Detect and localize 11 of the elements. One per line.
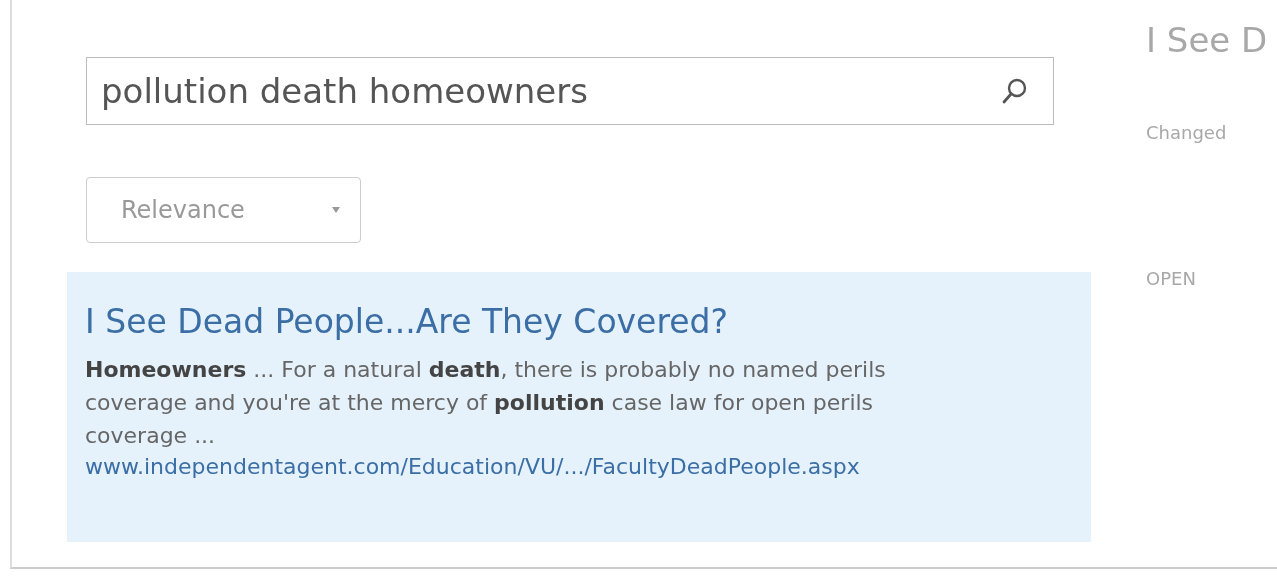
preview-label: Changed <box>1146 122 1228 143</box>
result-url-link[interactable]: www.independentagent.com/Education/VU/.../FacultyDeadPeople.aspx <box>85 454 860 479</box>
caret-icon <box>332 207 340 213</box>
result-snippet: Homeowners ... For a natural death, there is probably no named perils coverage and you're at the mercy of pollution case law for open perils coverage ... <box>85 356 887 450</box>
search-result-card[interactable] <box>67 272 1091 542</box>
preview-title: I See D <box>1146 20 1268 60</box>
search-field[interactable]: pollution death homeowners <box>86 57 1054 125</box>
open-button[interactable]: OPEN <box>1146 268 1268 289</box>
result-title-link[interactable]: I See Dead People...Are They Covered? <box>85 302 1073 341</box>
search-icon[interactable] <box>1002 77 1028 105</box>
sort-dropdown[interactable]: Relevance <box>86 177 361 243</box>
